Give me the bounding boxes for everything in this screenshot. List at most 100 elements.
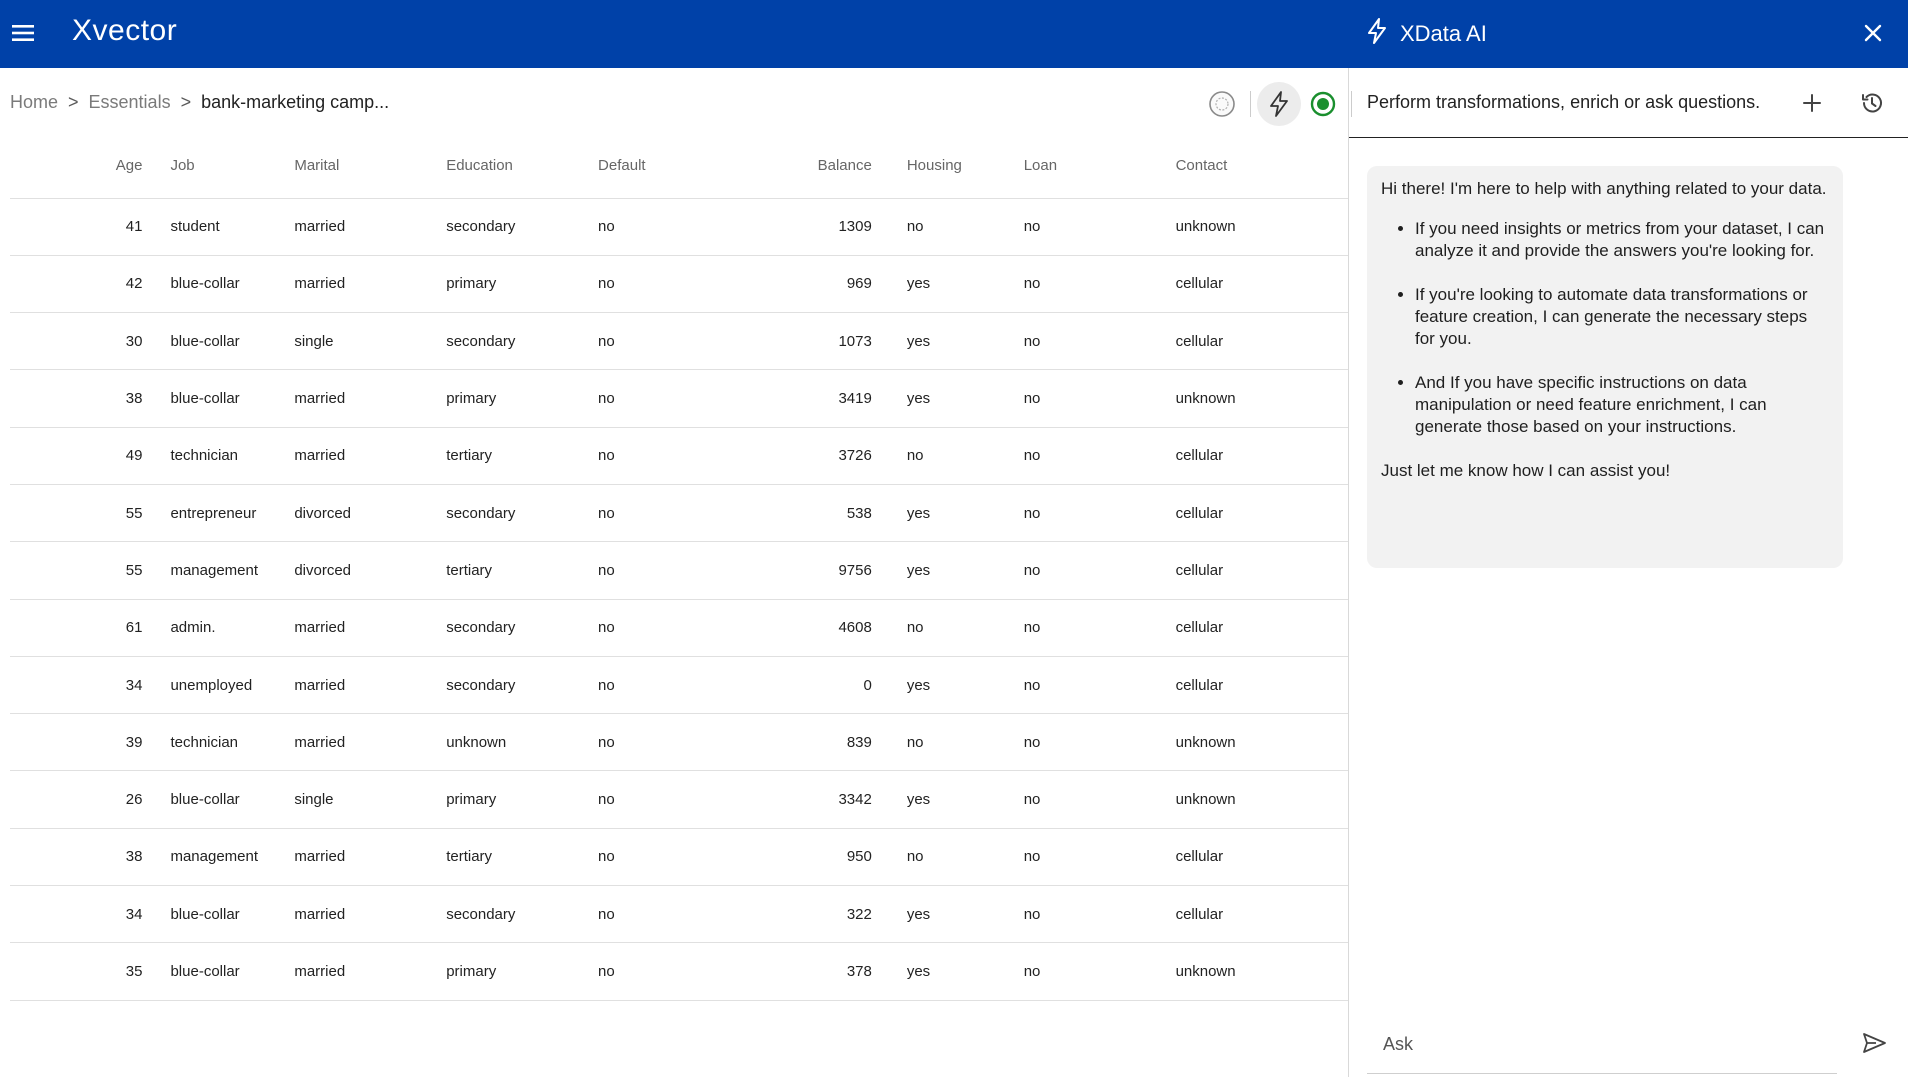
column-header-contact[interactable]: Contact: [1175, 134, 1348, 199]
status-indicator-icon[interactable]: [1301, 82, 1345, 126]
cell-balance: 322: [813, 885, 872, 944]
table-row[interactable]: 26 blue-collar single primary no 3342 yes no unk…: [10, 770, 1348, 829]
cell-loan: no: [1023, 198, 1176, 256]
dataset-status-icon[interactable]: [1200, 82, 1244, 126]
cell-contact: unknown: [1175, 198, 1348, 256]
ai-assistant-panel: Perform transformations, enrich or ask q…: [1348, 68, 1908, 1077]
cell-job: unemployed: [142, 656, 295, 715]
cell-balance: 1309: [813, 198, 872, 256]
app-logo[interactable]: Xvector: [72, 14, 177, 48]
cell-loan: no: [1023, 541, 1176, 600]
table-row[interactable]: 34 unemployed married secondary no 0 yes no cell…: [10, 656, 1348, 715]
cell-default: no: [598, 255, 814, 314]
table-row[interactable]: 30 blue-collar single secondary no 1073 yes no c…: [10, 312, 1348, 371]
column-header-default[interactable]: Default: [598, 134, 814, 199]
ai-panel-title-text: XData AI: [1400, 21, 1487, 46]
prompt-header: Perform transformations, enrich or ask q…: [1349, 68, 1908, 138]
cell-housing: yes: [871, 312, 1024, 371]
cell-housing: no: [871, 828, 1024, 887]
breadcrumb-essentials[interactable]: Essentials: [89, 92, 171, 113]
table-row[interactable]: 55 management divorced tertiary no 9756 yes no c…: [10, 541, 1348, 600]
toolbar-divider: [1250, 91, 1251, 117]
ai-toggle-button[interactable]: [1257, 82, 1301, 126]
cell-balance: 969: [813, 255, 872, 314]
close-icon[interactable]: [1858, 18, 1888, 48]
cell-default: no: [598, 312, 814, 371]
hamburger-menu-icon[interactable]: [10, 20, 36, 46]
assistant-message: Hi there! I'm here to help with anything…: [1367, 166, 1843, 568]
cell-loan: no: [1023, 828, 1176, 887]
table-row[interactable]: 61 admin. married secondary no 4608 no no cellul…: [10, 599, 1348, 657]
cell-job: technician: [142, 713, 295, 772]
send-icon[interactable]: [1859, 1028, 1889, 1058]
cell-housing: yes: [871, 770, 1024, 829]
cell-housing: yes: [871, 369, 1024, 428]
table-header-row: Age Job Marital Education Default Balanc…: [10, 134, 1348, 199]
cell-contact: cellular: [1175, 255, 1348, 314]
message-bullet: And If you have specific instructions on…: [1415, 372, 1829, 438]
ask-input[interactable]: [1367, 1016, 1837, 1072]
cell-default: no: [598, 484, 814, 543]
cell-default: no: [598, 942, 814, 1001]
cell-marital: married: [294, 427, 447, 485]
cell-marital: single: [294, 770, 447, 829]
column-header-age[interactable]: Age: [10, 134, 143, 199]
cell-housing: yes: [871, 541, 1024, 600]
table-row[interactable]: 39 technician married unknown no 839 no no unkno…: [10, 713, 1348, 772]
cell-housing: no: [871, 198, 1024, 256]
history-icon[interactable]: [1857, 88, 1887, 118]
cell-job: blue-collar: [142, 770, 295, 829]
cell-default: no: [598, 770, 814, 829]
cell-age: 42: [10, 255, 143, 314]
cell-loan: no: [1023, 770, 1176, 829]
cell-housing: no: [871, 713, 1024, 772]
table-row[interactable]: 34 blue-collar married secondary no 322 yes no c…: [10, 885, 1348, 944]
table-row[interactable]: 35 blue-collar married primary no 378 yes no unk…: [10, 942, 1348, 1001]
cell-job: management: [142, 541, 295, 600]
cell-age: 41: [10, 198, 143, 256]
table-row[interactable]: 41 student married secondary no 1309 no no unkno…: [10, 198, 1348, 256]
column-header-balance[interactable]: Balance: [813, 134, 872, 199]
cell-age: 55: [10, 541, 143, 600]
cell-job: blue-collar: [142, 885, 295, 944]
cell-education: tertiary: [446, 427, 599, 485]
cell-loan: no: [1023, 713, 1176, 772]
cell-age: 38: [10, 369, 143, 428]
cell-balance: 950: [813, 828, 872, 887]
column-header-education[interactable]: Education: [446, 134, 599, 199]
column-header-job[interactable]: Job: [142, 134, 295, 199]
cell-loan: no: [1023, 427, 1176, 485]
cell-default: no: [598, 369, 814, 428]
cell-contact: cellular: [1175, 599, 1348, 657]
table-row[interactable]: 49 technician married tertiary no 3726 no no cel…: [10, 427, 1348, 485]
cell-loan: no: [1023, 369, 1176, 428]
data-table: Age Job Marital Education Default Balanc…: [10, 134, 1348, 1001]
cell-balance: 538: [813, 484, 872, 543]
column-header-housing[interactable]: Housing: [871, 134, 1024, 199]
table-row[interactable]: 38 blue-collar married primary no 3419 yes no un…: [10, 369, 1348, 428]
cell-age: 38: [10, 828, 143, 887]
cell-loan: no: [1023, 255, 1176, 314]
breadcrumb-separator: >: [180, 92, 192, 112]
column-header-loan[interactable]: Loan: [1023, 134, 1176, 199]
cell-contact: cellular: [1175, 484, 1348, 543]
breadcrumb-home[interactable]: Home: [10, 92, 58, 113]
table-row[interactable]: 42 blue-collar married primary no 969 yes no cel…: [10, 255, 1348, 314]
breadcrumb-separator: >: [68, 92, 79, 112]
cell-housing: yes: [871, 656, 1024, 715]
table-row[interactable]: 38 management married tertiary no 950 no no cell…: [10, 828, 1348, 887]
table-row[interactable]: 55 entrepreneur divorced secondary no 538 yes n…: [10, 484, 1348, 543]
cell-balance: 839: [813, 713, 872, 772]
cell-job: blue-collar: [142, 942, 295, 1001]
cell-loan: no: [1023, 942, 1176, 1001]
breadcrumb-current: bank-marketing camp...: [201, 92, 390, 112]
cell-job: blue-collar: [142, 255, 295, 314]
lightning-bolt-icon: [1366, 18, 1388, 50]
cell-contact: cellular: [1175, 312, 1348, 371]
cell-age: 49: [10, 427, 143, 485]
column-header-marital[interactable]: Marital: [294, 134, 447, 199]
cell-job: entrepreneur: [142, 484, 295, 543]
cell-contact: unknown: [1175, 942, 1348, 1001]
cell-job: management: [142, 828, 295, 887]
plus-icon[interactable]: [1797, 88, 1827, 118]
